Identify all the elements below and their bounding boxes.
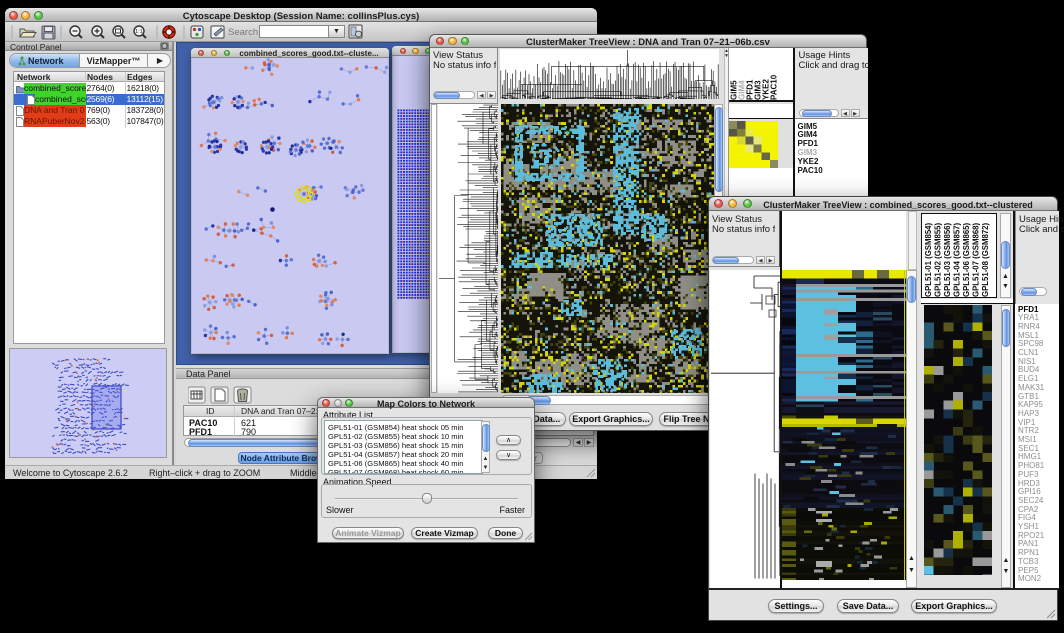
svg-text:1:1: 1:1 (135, 29, 143, 35)
